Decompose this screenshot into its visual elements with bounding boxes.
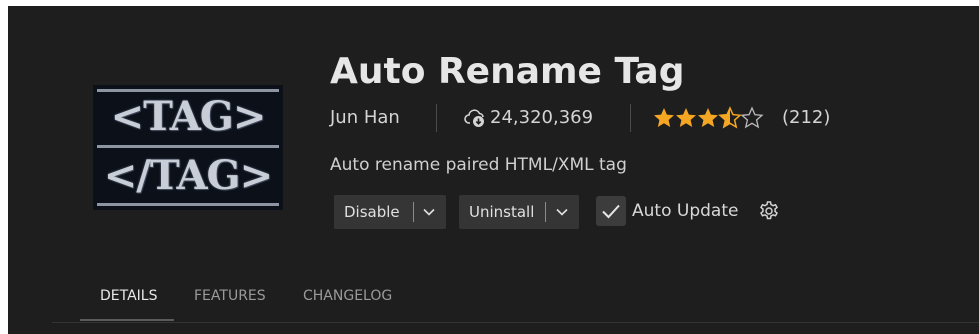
cloud-download-icon xyxy=(464,109,484,127)
author-link[interactable]: Jun Han xyxy=(330,104,400,132)
meta-separator xyxy=(436,104,437,132)
logo-text-close-tag: </TAG> xyxy=(103,152,273,199)
tab-changelog[interactable]: CHANGELOG xyxy=(303,286,392,306)
star-icon xyxy=(676,108,696,127)
check-icon xyxy=(602,204,620,219)
extension-panel: <TAG> </TAG> Auto Rename Tag Jun Han 24,… xyxy=(8,6,979,334)
star-empty-icon xyxy=(740,106,764,129)
chevron-down-icon[interactable] xyxy=(555,205,569,219)
meta-separator xyxy=(630,104,631,132)
active-tab-indicator xyxy=(80,319,174,321)
star-icon xyxy=(698,108,718,127)
tabs-divider xyxy=(52,322,979,323)
button-divider xyxy=(413,202,414,222)
logo-text-open-tag: <TAG> xyxy=(110,93,267,140)
rating-count: (212) xyxy=(782,107,831,128)
button-divider xyxy=(545,202,546,222)
disable-button[interactable]: Disable xyxy=(344,195,400,229)
auto-update-label[interactable]: Auto Update xyxy=(632,196,738,226)
uninstall-button-group: Uninstall xyxy=(459,195,579,229)
extension-logo: <TAG> </TAG> xyxy=(93,85,283,210)
rating-stars[interactable] xyxy=(652,106,764,130)
chevron-down-icon[interactable] xyxy=(422,205,436,219)
logo-divider xyxy=(97,89,279,92)
disable-button-group: Disable xyxy=(334,195,446,229)
extension-title: Auto Rename Tag xyxy=(330,51,685,92)
uninstall-button[interactable]: Uninstall xyxy=(469,195,534,229)
tab-features[interactable]: FEATURES xyxy=(194,286,266,306)
star-half-icon xyxy=(718,106,742,129)
logo-divider xyxy=(97,145,279,148)
extension-description: Auto rename paired HTML/XML tag xyxy=(330,155,627,175)
install-count: 24,320,369 xyxy=(490,107,594,128)
star-icon xyxy=(654,108,674,127)
logo-divider xyxy=(97,203,279,206)
tab-details[interactable]: DETAILS xyxy=(100,286,157,306)
auto-update-checkbox[interactable] xyxy=(596,196,626,226)
gear-icon[interactable] xyxy=(758,200,780,222)
